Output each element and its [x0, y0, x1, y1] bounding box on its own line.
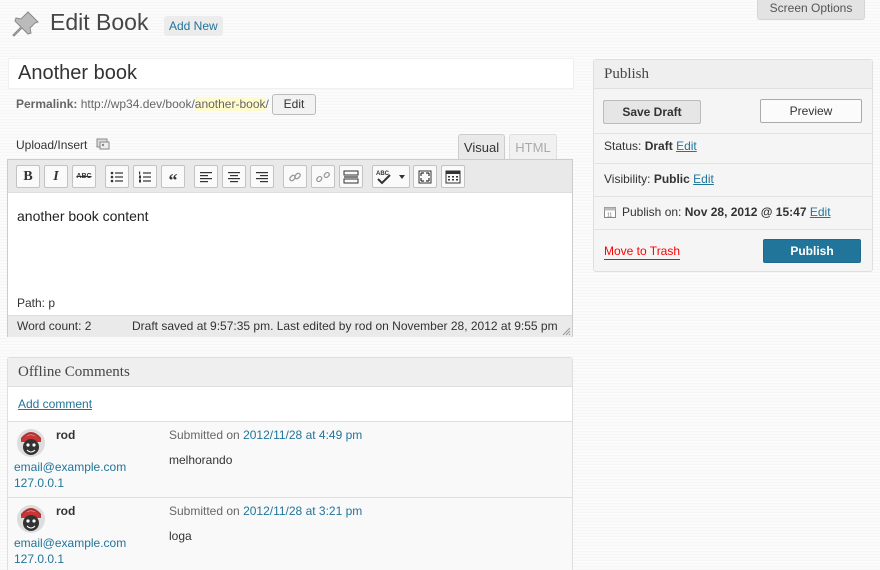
divider [594, 229, 872, 230]
draft-saved-status: Draft saved at 9:57:35 pm. Last edited b… [132, 319, 558, 333]
calendar-icon: 11 [604, 207, 616, 219]
comment-author: rod [56, 504, 76, 518]
offline-comments-box: Offline Comments Add comment rod email@e… [7, 357, 573, 570]
align-left-icon[interactable] [194, 165, 218, 188]
upload-insert-label: Upload/Insert [16, 138, 88, 152]
publish-box: Publish Save Draft Preview Status: Draft… [593, 59, 873, 272]
pushpin-icon [12, 11, 39, 37]
kitchen-sink-icon[interactable] [441, 165, 465, 188]
visibility-row: Visibility: Public Edit [604, 172, 714, 186]
avatar [17, 505, 45, 533]
title-input[interactable]: Another book [8, 58, 574, 89]
add-new-button[interactable]: Add New [164, 16, 223, 36]
italic-icon[interactable]: I [44, 165, 68, 188]
move-to-trash-link[interactable]: Move to Trash [604, 244, 681, 260]
comment-ip[interactable]: 127.0.0.1 [14, 476, 64, 490]
publish-on-label: Publish on: [622, 205, 682, 219]
comment-row: rod email@example.com 127.0.0.1 Submitte… [8, 497, 572, 570]
path-bar: Path: p [8, 294, 572, 316]
publish-on-edit-link[interactable]: Edit [810, 205, 831, 219]
add-comment-link[interactable]: Add comment [18, 397, 92, 411]
spellcheck-icon[interactable]: ABC [372, 165, 410, 188]
permalink-slug[interactable]: another-book [194, 97, 266, 111]
preview-button[interactable]: Preview [760, 99, 862, 123]
blockquote-icon[interactable]: “ [161, 165, 185, 189]
comment-author: rod [56, 428, 76, 442]
permalink-trail: / [265, 97, 269, 111]
comment-text: melhorando [169, 453, 233, 467]
strikethrough-icon[interactable]: ABC [72, 165, 96, 188]
permalink-row: Permalink: http://wp34.dev/book/another-… [16, 97, 269, 111]
publish-button[interactable]: Publish [763, 239, 861, 263]
numbered-list-icon[interactable] [133, 165, 157, 188]
publish-title: Publish [594, 60, 872, 89]
divider [594, 196, 872, 197]
publish-on-row: Publish on: Nov 28, 2012 @ 15:47 Edit [622, 205, 831, 219]
comment-submitted: Submitted on 2012/11/28 at 3:21 pm [169, 504, 362, 518]
fullscreen-icon[interactable] [413, 165, 437, 188]
status-row: Status: Draft Edit [604, 139, 697, 153]
path-value[interactable]: p [48, 296, 55, 310]
visibility-label: Visibility: [604, 172, 651, 186]
permalink-base: http://wp34.dev/book/ [80, 97, 195, 111]
tab-html[interactable]: HTML [509, 134, 557, 160]
path-label: Path: [17, 296, 46, 310]
comment-submitted: Submitted on 2012/11/28 at 4:49 pm [169, 428, 362, 442]
bold-icon[interactable]: B [16, 165, 40, 188]
word-count: Word count: 2 [17, 319, 92, 333]
comment-ip[interactable]: 127.0.0.1 [14, 552, 64, 566]
editor-content[interactable]: another book content [17, 208, 149, 224]
tab-visual[interactable]: Visual [458, 134, 505, 160]
submitted-prefix: Submitted on [169, 428, 240, 442]
page-title: Edit Book [50, 9, 149, 35]
comment-row: rod email@example.com 127.0.0.1 Submitte… [8, 421, 572, 498]
align-center-icon[interactable] [222, 165, 246, 188]
submitted-prefix: Submitted on [169, 504, 240, 518]
visibility-value: Public [653, 172, 690, 186]
status-label: Status: [604, 139, 642, 153]
save-draft-button[interactable]: Save Draft [603, 100, 701, 124]
status-value: Draft [644, 139, 673, 153]
comment-email[interactable]: email@example.com [14, 536, 126, 550]
visibility-edit-link[interactable]: Edit [693, 172, 714, 186]
svg-text:11: 11 [607, 213, 612, 219]
more-tag-icon[interactable] [339, 165, 363, 188]
unlink-icon[interactable] [311, 165, 335, 188]
comments-title: Offline Comments [8, 358, 572, 387]
editor: B I ABC “ ABC another book content Path:… [7, 159, 573, 337]
status-edit-link[interactable]: Edit [676, 139, 697, 153]
resize-handle-icon[interactable] [562, 327, 571, 336]
comment-date-link[interactable]: 2012/11/28 at 3:21 pm [243, 504, 362, 518]
avatar [17, 429, 45, 457]
link-icon[interactable] [283, 165, 307, 188]
publish-on-value: Nov 28, 2012 @ 15:47 [684, 205, 807, 219]
screen-options-button[interactable]: Screen Options [757, 0, 865, 20]
align-right-icon[interactable] [250, 165, 274, 188]
add-media-icon[interactable] [96, 137, 110, 151]
divider [594, 163, 872, 164]
comment-date-link[interactable]: 2012/11/28 at 4:49 pm [243, 428, 362, 442]
editor-toolbar: B I ABC “ ABC [8, 160, 572, 193]
comment-text: loga [169, 529, 192, 543]
bullet-list-icon[interactable] [105, 165, 129, 188]
divider [594, 133, 872, 134]
editor-status-bar: Word count: 2 Draft saved at 9:57:35 pm.… [8, 315, 572, 337]
comment-email[interactable]: email@example.com [14, 460, 126, 474]
permalink-label: Permalink: [16, 97, 78, 111]
permalink-edit-button[interactable]: Edit [272, 94, 316, 115]
